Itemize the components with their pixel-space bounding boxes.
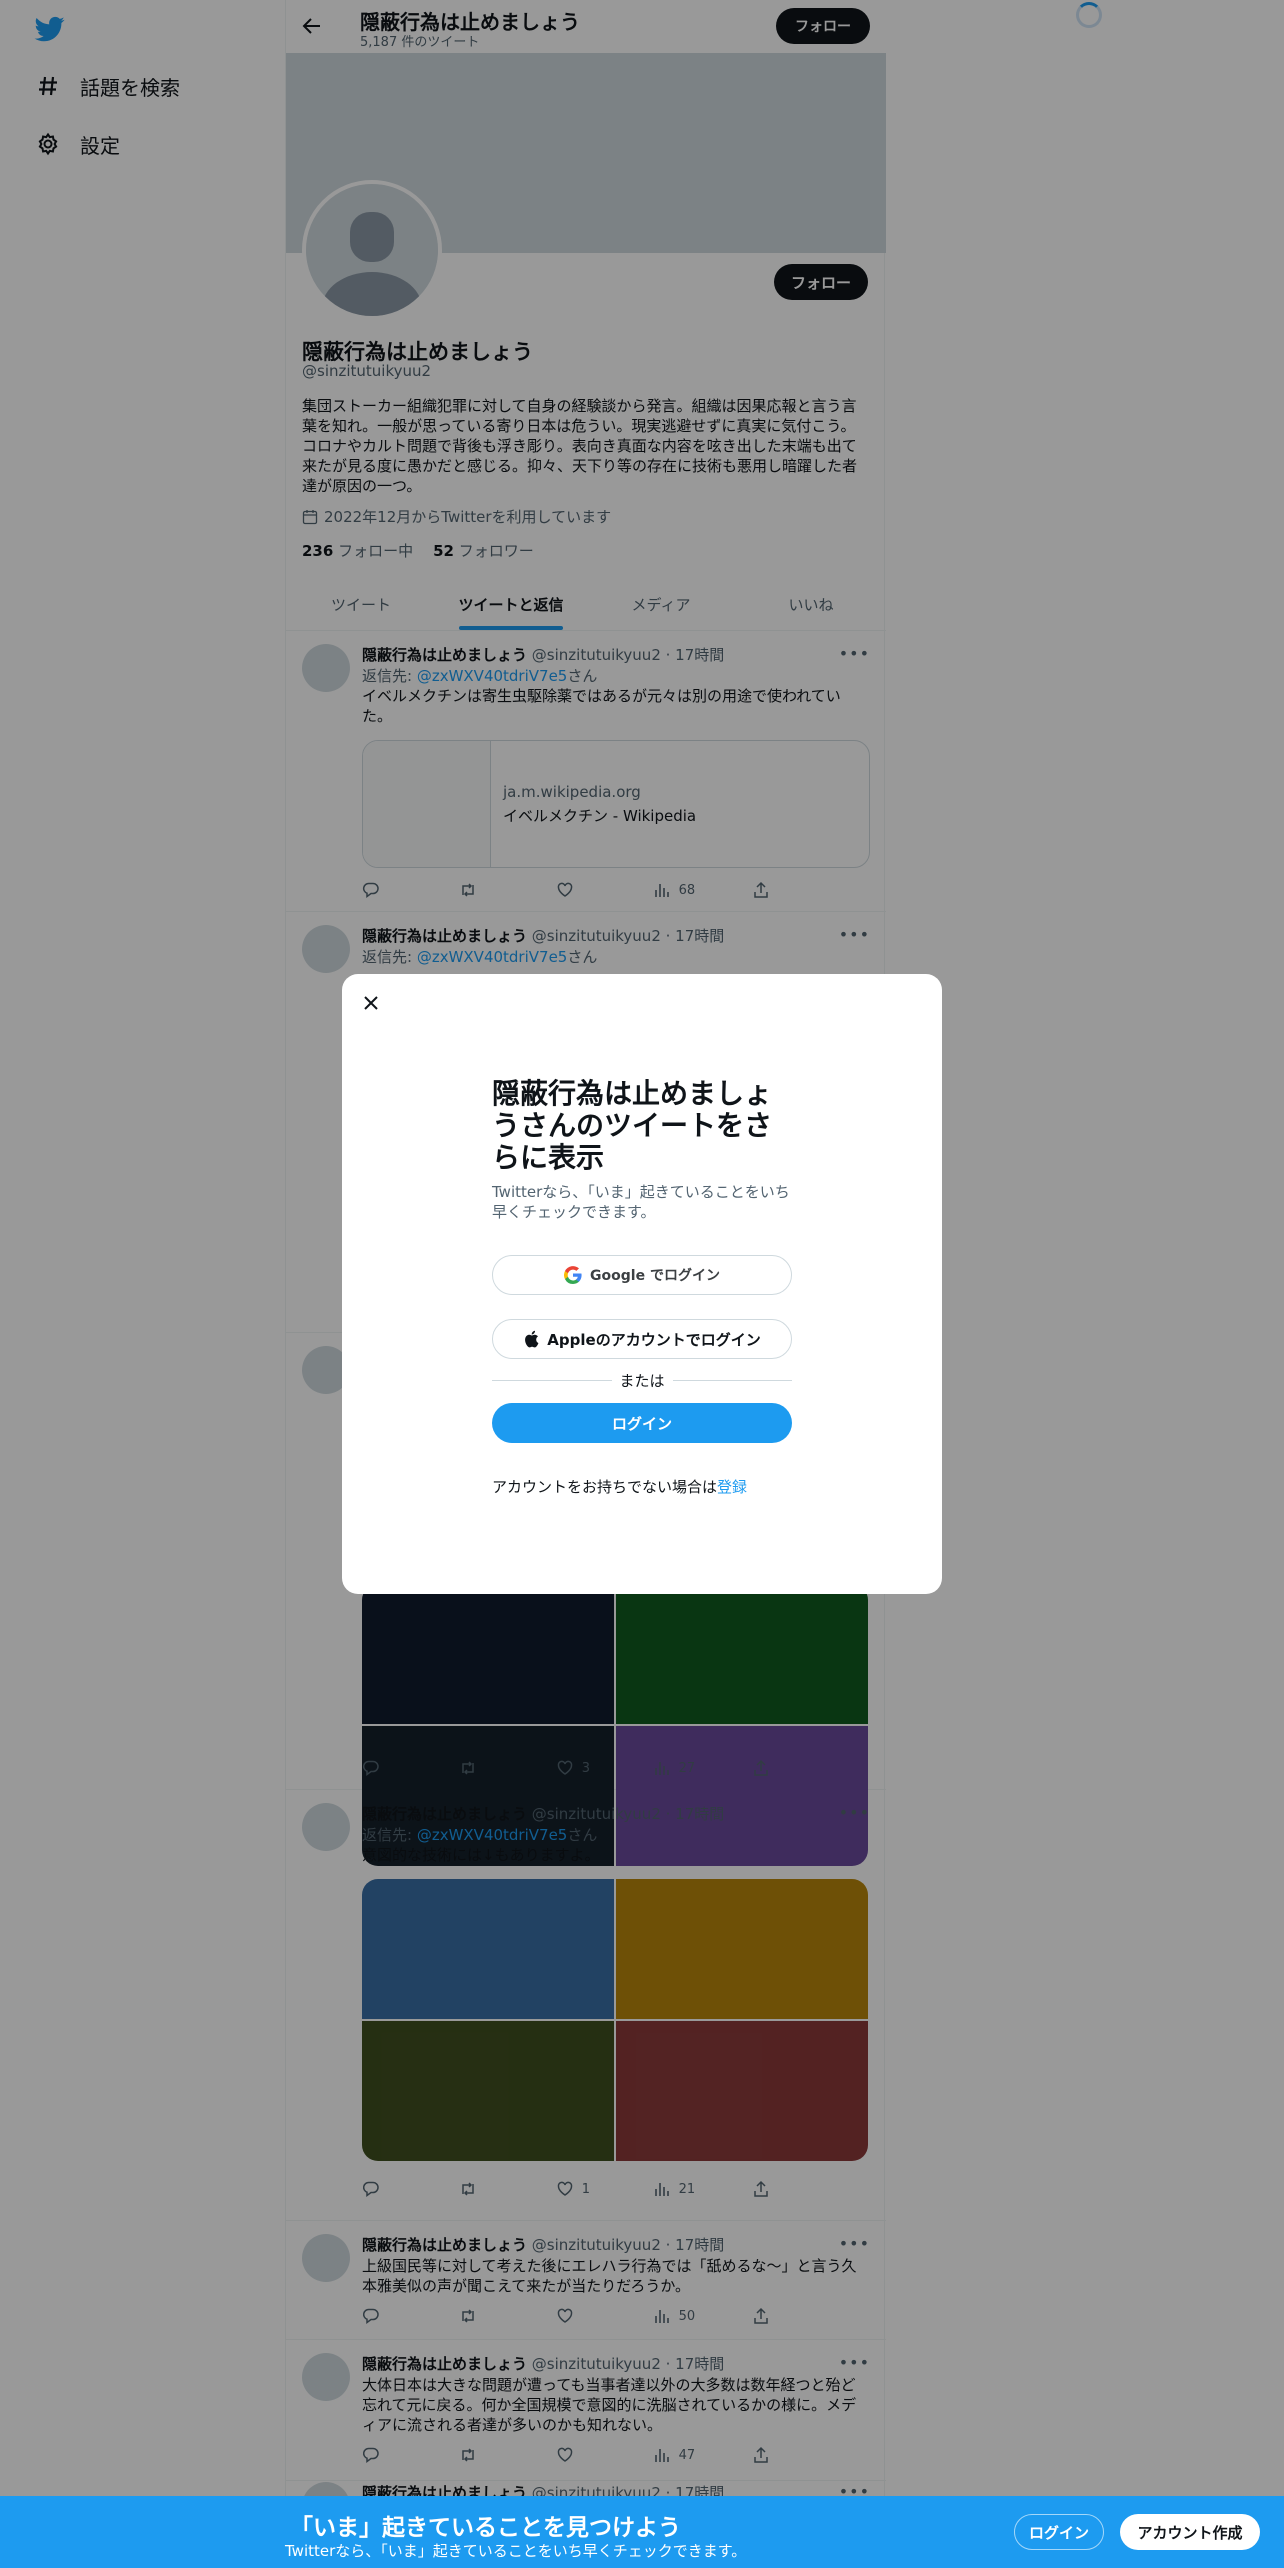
modal-title: 隠蔽行為は止めましょうさんのツイートをさらに表示 <box>492 1077 773 1174</box>
bottom-bar-subtitle: Twitterなら、「いま」起きていることをいち早くチェックできます。 <box>285 2542 747 2560</box>
bottom-bar-title: 「いま」起きていることを見つけよう <box>290 2515 681 2541</box>
close-icon <box>364 996 378 1010</box>
google-icon <box>564 1266 582 1284</box>
or-label: または <box>619 1371 665 1390</box>
signup-prompt: アカウントをお持ちでない場合は登録 <box>492 1476 747 1497</box>
login-prompt-modal: 隠蔽行為は止めましょうさんのツイートをさらに表示 Twitterなら、「いま」起… <box>342 974 942 1594</box>
apple-login-label: Appleのアカウントでログイン <box>547 1330 761 1349</box>
or-divider: または <box>492 1370 793 1390</box>
google-login-label: Google でログイン <box>590 1268 720 1284</box>
bottom-login-button[interactable]: ログイン <box>1014 2514 1104 2550</box>
close-button[interactable] <box>354 986 388 1020</box>
bottom-signup-bar: 「いま」起きていることを見つけよう Twitterなら、「いま」起きていることを… <box>0 2496 1284 2568</box>
apple-icon <box>525 1330 539 1348</box>
google-login-button[interactable]: Google でログイン <box>492 1255 792 1295</box>
apple-login-button[interactable]: Appleのアカウントでログイン <box>492 1319 792 1359</box>
signup-prefix: アカウントをお持ちでない場合は <box>492 1478 718 1496</box>
login-button[interactable]: ログイン <box>492 1403 792 1443</box>
signup-link[interactable]: 登録 <box>717 1478 747 1496</box>
modal-subtitle: Twitterなら、「いま」起きていることをいち早くチェックできます。 <box>492 1183 790 1221</box>
bottom-signup-button[interactable]: アカウント作成 <box>1120 2514 1260 2550</box>
